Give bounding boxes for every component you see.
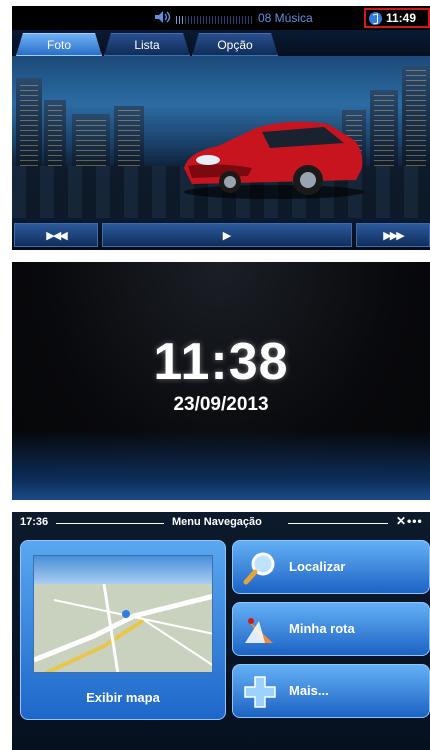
playback-controls: ▶◀◀ ▶ ▶▶▶	[12, 218, 430, 250]
divider	[56, 523, 164, 524]
more-button[interactable]: Mais...	[232, 664, 430, 718]
media-player-screen: 08 Música 11:49 Foto Lista Opção ▶◀◀ ▶ ▶…	[12, 6, 430, 250]
clock-date: 23/09/2013	[173, 394, 269, 415]
tab-bar: Foto Lista Opção	[12, 30, 430, 56]
play-icon[interactable]: ▶	[102, 223, 352, 247]
tab-foto[interactable]: Foto	[16, 33, 102, 56]
show-map-button[interactable]: Exibir mapa	[20, 540, 226, 720]
more-label: Mais...	[289, 683, 329, 698]
magnifier-icon	[243, 552, 275, 585]
bluetooth-icon	[369, 11, 382, 25]
clock-screen: 11:38 23/09/2013	[12, 262, 430, 500]
city-building	[114, 106, 144, 170]
my-route-button[interactable]: Minha rota	[232, 602, 430, 656]
skip-previous-icon[interactable]: ▶◀◀	[14, 223, 98, 247]
my-route-label: Minha rota	[289, 621, 355, 636]
city-building	[370, 90, 398, 170]
nav-status-bar: 17:36 Menu Navegação ✕•••	[12, 512, 430, 534]
route-icon	[245, 618, 273, 643]
skip-next-icon[interactable]: ▶▶▶	[356, 223, 430, 247]
navigation-menu-screen: 17:36 Menu Navegação ✕••• Exibir mapa Lo	[12, 512, 430, 750]
photo-viewer	[12, 56, 430, 218]
divider	[288, 523, 388, 524]
map-preview	[33, 555, 213, 673]
find-button[interactable]: Localizar	[232, 540, 430, 594]
status-time: 11:49	[386, 11, 417, 25]
city-building	[72, 114, 110, 170]
city-building	[16, 78, 42, 170]
satellite-icon: ✕•••	[396, 514, 423, 528]
plus-icon	[244, 676, 276, 708]
speaker-icon	[155, 11, 171, 23]
status-clock: 11:49	[364, 8, 430, 28]
show-map-label: Exibir mapa	[86, 690, 160, 705]
find-label: Localizar	[289, 559, 346, 574]
red-car-image	[184, 121, 364, 199]
map-roads	[34, 566, 212, 672]
tab-lista[interactable]: Lista	[104, 33, 190, 56]
volume-bar[interactable]	[176, 16, 254, 24]
track-label: 08 Música	[258, 11, 313, 25]
clock-time: 11:38	[153, 333, 289, 391]
tab-opcao[interactable]: Opção	[192, 33, 278, 56]
status-bar: 08 Música 11:49	[12, 6, 430, 30]
city-building	[44, 100, 66, 170]
city-building	[402, 66, 430, 170]
nav-menu-title: Menu Navegação	[172, 516, 262, 528]
nav-time: 17:36	[20, 516, 49, 528]
